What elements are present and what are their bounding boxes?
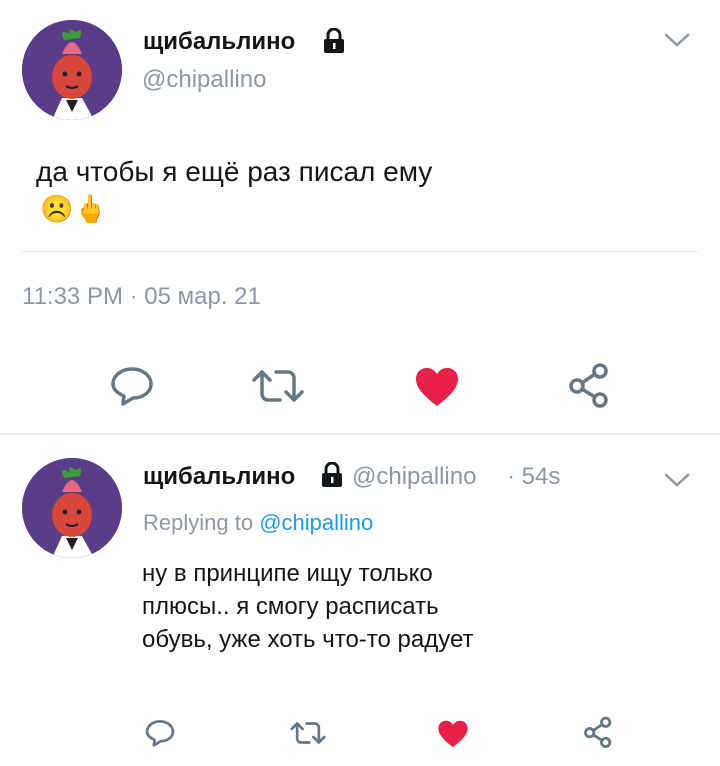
reply-icon[interactable]	[145, 719, 175, 747]
replying-to: Replying to @chipallino	[143, 510, 373, 536]
lock-icon	[320, 462, 344, 488]
share-icon[interactable]	[582, 716, 614, 748]
tweet-separator	[0, 433, 720, 435]
reply-time[interactable]: · 54s	[507, 463, 560, 491]
reply-avatar[interactable]	[22, 458, 122, 558]
share-icon[interactable]	[566, 362, 612, 408]
chevron-down-icon[interactable]	[664, 472, 690, 488]
like-heart-icon[interactable]	[437, 719, 469, 749]
handle[interactable]: @chipallino	[142, 66, 266, 94]
lock-icon	[322, 28, 346, 54]
reply-display-name[interactable]: щибальлино	[143, 463, 295, 491]
like-heart-icon[interactable]	[414, 366, 460, 408]
replying-label: Replying to	[143, 510, 254, 535]
reply-text-line: плюсы.. я смогу расписать	[142, 593, 439, 620]
replying-handle-link[interactable]: @chipallino	[259, 510, 373, 535]
reply-text-line: обувь, уже хоть что-то радует	[142, 626, 474, 653]
chevron-down-icon[interactable]	[664, 32, 690, 48]
tweet-timestamp[interactable]: 11:33 PM · 05 мар. 21	[22, 283, 261, 311]
avatar[interactable]	[22, 20, 122, 120]
reply-handle[interactable]: @chipallino	[352, 463, 476, 491]
reply-icon[interactable]	[110, 366, 154, 406]
tweet-text: да чтобы я ещё раз писал ему	[36, 156, 433, 187]
reply-text-line: ну в принципе ищу только	[142, 560, 433, 587]
retweet-icon[interactable]	[289, 719, 327, 747]
display-name[interactable]: щибальлино	[143, 28, 295, 56]
divider	[22, 251, 698, 252]
tweet-emoji: ☹️🖕	[40, 194, 108, 224]
reply-text: ну в принципе ищу только плюсы.. я смогу…	[142, 557, 474, 656]
retweet-icon[interactable]	[250, 366, 306, 406]
